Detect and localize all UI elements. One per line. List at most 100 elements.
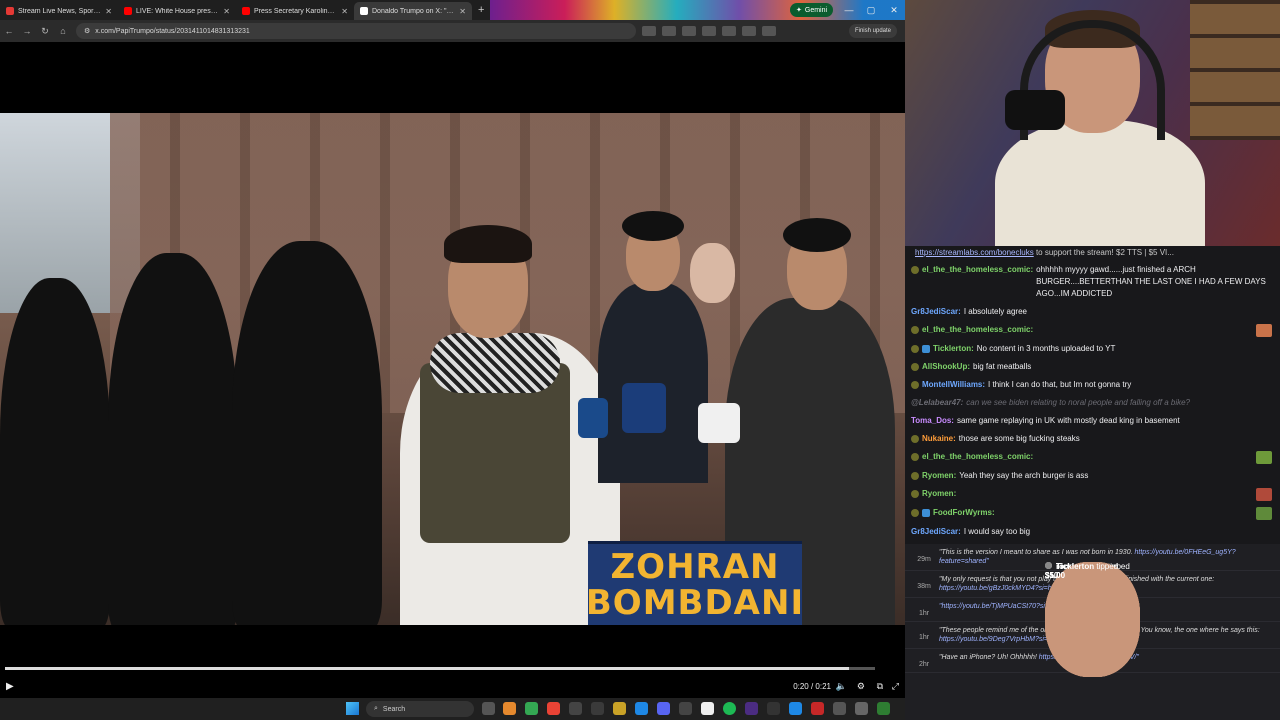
fullscreen-icon[interactable]: ⤢ bbox=[892, 681, 899, 692]
app-icon[interactable] bbox=[635, 702, 648, 715]
taskbar-search[interactable]: ⌕ Search bbox=[366, 701, 474, 717]
verified-badge-icon bbox=[922, 509, 930, 517]
finish-update-button[interactable]: Finish update bbox=[848, 24, 897, 38]
spotify-icon[interactable] bbox=[723, 702, 736, 715]
app-icon[interactable] bbox=[701, 702, 714, 715]
subscriber-badge-icon bbox=[911, 266, 919, 274]
podium-sign: ZOHRAN BOMBDANI bbox=[585, 541, 805, 625]
close-window-icon[interactable]: ✕ bbox=[883, 0, 905, 20]
reload-icon[interactable]: ↻ bbox=[36, 26, 54, 37]
chat-username[interactable]: MontellWilliams: bbox=[922, 379, 985, 391]
gemini-button[interactable]: ✦ Gemini bbox=[790, 3, 834, 17]
chat-username[interactable]: FoodForWyrms: bbox=[933, 507, 995, 519]
head-wrap bbox=[622, 211, 684, 241]
video-progress-fill bbox=[5, 667, 849, 670]
veiled-figure bbox=[108, 253, 238, 625]
chat-message: MontellWilliams: I think I can do that, b… bbox=[911, 379, 1272, 391]
volume-icon[interactable]: 🔈 bbox=[836, 681, 847, 692]
extension-icon[interactable] bbox=[742, 26, 756, 36]
bookmark-star-icon[interactable] bbox=[662, 26, 676, 36]
pip-icon[interactable]: ⧉ bbox=[877, 681, 883, 692]
site-info-icon[interactable]: ⚙ bbox=[84, 27, 90, 35]
close-icon[interactable]: ✕ bbox=[105, 7, 112, 16]
app-icon[interactable] bbox=[833, 702, 846, 715]
bookshelf bbox=[1190, 0, 1280, 140]
chat-text: I absolutely agree bbox=[963, 307, 1027, 316]
app-icon[interactable] bbox=[767, 702, 780, 715]
app-icon[interactable] bbox=[877, 702, 890, 715]
emote-icon bbox=[1256, 488, 1272, 501]
maximize-icon[interactable]: ▢ bbox=[860, 0, 882, 20]
streamlabs-link[interactable]: https://streamlabs.com/bonecluks bbox=[915, 248, 1034, 257]
new-tab-button[interactable]: + bbox=[478, 4, 484, 16]
chat-message: FoodForWyrms: bbox=[911, 507, 1272, 520]
podium-line-2: BOMBDANI bbox=[585, 582, 805, 623]
chat-username[interactable]: Ticklerton: bbox=[933, 343, 974, 355]
windows-start-icon[interactable] bbox=[346, 702, 359, 715]
keffiyeh-scarf bbox=[430, 333, 560, 393]
app-icon[interactable] bbox=[591, 702, 604, 715]
subscriber-badge-icon bbox=[911, 509, 919, 517]
chat-username[interactable]: Gr8JediScar: bbox=[911, 306, 961, 318]
video-player[interactable]: ZOHRAN BOMBDANI ▶ 0:20 / 0:21 🔈 ⚙ ⧉ ⤢ bbox=[0, 42, 905, 698]
file-explorer-icon[interactable] bbox=[613, 702, 626, 715]
extension-icon[interactable] bbox=[762, 26, 776, 36]
task-view-icon[interactable] bbox=[482, 702, 495, 715]
verified-badge-icon bbox=[922, 345, 930, 353]
app-icon[interactable] bbox=[547, 702, 560, 715]
chat-panel: el_the_the_homeless_comic: ohhhhh myyyy g… bbox=[905, 260, 1280, 544]
app-icon[interactable] bbox=[789, 702, 802, 715]
forward-icon[interactable]: → bbox=[18, 26, 36, 36]
search-placeholder: Search bbox=[382, 705, 406, 713]
play-icon[interactable]: ▶ bbox=[6, 681, 14, 692]
sparkle-icon: ✦ bbox=[796, 7, 802, 14]
close-icon[interactable]: ✕ bbox=[459, 7, 466, 16]
extension-icon[interactable] bbox=[642, 26, 656, 36]
chat-message: Gr8JediScar: I would say too big bbox=[911, 526, 1272, 538]
tab-title: Stream Live News, Sports, and bbox=[18, 7, 101, 15]
home-icon[interactable]: ⌂ bbox=[54, 26, 72, 36]
minimize-icon[interactable]: — bbox=[838, 0, 860, 20]
tab-2[interactable]: Press Secretary Karoline Leavitt ✕ bbox=[236, 2, 354, 20]
video-progress-bar[interactable] bbox=[5, 667, 875, 670]
chat-username[interactable]: Ryomen: bbox=[922, 488, 956, 500]
app-icon[interactable] bbox=[745, 702, 758, 715]
close-icon[interactable]: ✕ bbox=[223, 7, 230, 16]
discord-icon[interactable] bbox=[657, 702, 670, 715]
tab-1[interactable]: LIVE: White House press briefi ✕ bbox=[118, 2, 236, 20]
app-icon[interactable] bbox=[569, 702, 582, 715]
chat-username[interactable]: el_the_the_homeless_comic: bbox=[922, 324, 1033, 336]
extension-icon[interactable] bbox=[722, 26, 736, 36]
chat-username[interactable]: Toma_Dos: bbox=[911, 415, 954, 427]
app-icon[interactable] bbox=[679, 702, 692, 715]
chat-message: AllShookUp: big fat meatballs bbox=[911, 361, 1272, 373]
back-icon[interactable]: ← bbox=[0, 26, 18, 36]
app-icon[interactable] bbox=[811, 702, 824, 715]
tab-3[interactable]: Donaldo Trumpo on X: "Z... ✕ bbox=[354, 2, 472, 20]
subscriber-badge-icon bbox=[911, 381, 919, 389]
tab-0[interactable]: Stream Live News, Sports, and ✕ bbox=[0, 2, 118, 20]
chat-username[interactable]: Nukaine: bbox=[922, 433, 956, 445]
chat-username[interactable]: @Lelabear47: bbox=[911, 397, 963, 409]
chat-username[interactable]: el_the_the_homeless_comic: bbox=[922, 451, 1033, 463]
settings-gear-icon[interactable]: ⚙ bbox=[857, 681, 865, 692]
subscriber-badge-icon bbox=[911, 363, 919, 371]
chat-text: I would say too big bbox=[963, 527, 1031, 536]
chrome-icon[interactable] bbox=[525, 702, 538, 715]
chat-message: Ryomen: Yeah they say the arch burger is … bbox=[911, 470, 1272, 482]
microphone bbox=[578, 398, 608, 438]
chat-username[interactable]: Gr8JediScar: bbox=[911, 526, 961, 538]
extension-icon[interactable] bbox=[702, 26, 716, 36]
tip-message-text: "Have an iPhone? Uh! Ohhhhh! bbox=[939, 654, 1039, 661]
chat-text: same game replaying in UK with mostly de… bbox=[956, 416, 1180, 425]
app-icon[interactable] bbox=[503, 702, 516, 715]
app-icon[interactable] bbox=[855, 702, 868, 715]
url-field[interactable]: ⚙ x.com/PapiTrumpo/status/20314110148313… bbox=[76, 23, 636, 39]
extension-icon[interactable] bbox=[682, 26, 696, 36]
chat-username[interactable]: AllShookUp: bbox=[922, 361, 970, 373]
chat-message: Nukaine: those are some big fucking steak… bbox=[911, 433, 1272, 445]
close-icon[interactable]: ✕ bbox=[341, 7, 348, 16]
chat-username[interactable]: el_the_the_homeless_comic: bbox=[922, 264, 1033, 276]
chat-username[interactable]: Ryomen: bbox=[922, 470, 956, 482]
chat-message: el_the_the_homeless_comic: ohhhhh myyyy g… bbox=[911, 264, 1272, 300]
